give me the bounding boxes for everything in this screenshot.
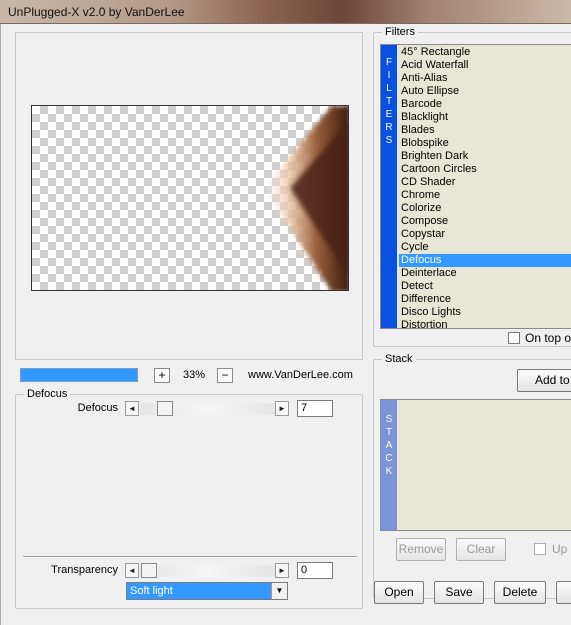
- delete-button[interactable]: Delete: [494, 581, 546, 604]
- transparency-label: Transparency: [51, 564, 118, 576]
- clear-button[interactable]: Clear: [456, 538, 506, 561]
- defocus-slider-row: Defocus ◄ ► 7: [41, 400, 341, 417]
- list-item[interactable]: CD Shader: [399, 176, 571, 189]
- up-checkbox[interactable]: [534, 543, 546, 555]
- zoom-in-button[interactable]: +: [154, 368, 170, 383]
- save-button[interactable]: Save: [434, 581, 484, 604]
- list-item[interactable]: Blacklight: [399, 111, 571, 124]
- list-item[interactable]: Auto Ellipse: [399, 85, 571, 98]
- on-top-label: On top o: [525, 331, 571, 345]
- zoom-level: 33%: [183, 369, 206, 381]
- stack-list[interactable]: S T A C K: [380, 399, 571, 531]
- add-to-stack-button[interactable]: Add to s: [517, 369, 571, 392]
- filters-bar-letter: F: [385, 57, 393, 68]
- preview-panel: [15, 32, 363, 360]
- filters-bar-letter: L: [386, 83, 392, 94]
- list-item[interactable]: Copystar: [399, 228, 571, 241]
- stack-group: Stack Add to s S T A C K Remove Clear Up: [373, 353, 571, 599]
- filter-settings-label: Defocus: [24, 388, 71, 400]
- stack-side-bar: S T A C K: [381, 400, 397, 530]
- transparency-thumb[interactable]: [141, 563, 157, 578]
- filters-group: Filters F I L T E R S 45° Rectangle Acid…: [373, 26, 571, 347]
- defocus-label: Defocus: [77, 402, 118, 414]
- list-item[interactable]: Difference: [399, 293, 571, 306]
- filters-label: Filters: [382, 26, 418, 38]
- up-label: Up: [552, 542, 568, 556]
- on-top-checkbox[interactable]: [508, 332, 520, 344]
- defocus-right-arrow[interactable]: ►: [275, 401, 289, 416]
- filters-bar-letter: T: [385, 96, 393, 107]
- list-item[interactable]: Detect: [399, 280, 571, 293]
- list-item[interactable]: Disco Lights: [399, 306, 571, 319]
- transparency-left-arrow[interactable]: ◄: [125, 563, 139, 578]
- list-item[interactable]: Distortion: [399, 319, 571, 328]
- stack-bar-letter: T: [385, 427, 393, 438]
- title-bar[interactable]: UnPlugged-X v2.0 by VanDerLee: [0, 0, 571, 24]
- progress-bar: [20, 368, 138, 382]
- list-item-selected[interactable]: Defocus: [399, 254, 571, 267]
- stack-bar-letter: K: [385, 466, 393, 477]
- website-link[interactable]: www.VanDerLee.com: [248, 369, 353, 381]
- open-button[interactable]: Open: [374, 581, 424, 604]
- stack-bar-letter: C: [385, 453, 393, 464]
- zoom-out-button[interactable]: −: [217, 368, 233, 383]
- list-item[interactable]: Colorize: [399, 202, 571, 215]
- stack-bar-letter: A: [385, 440, 393, 451]
- list-item[interactable]: Compose: [399, 215, 571, 228]
- footer-more-button[interactable]: [556, 581, 571, 604]
- list-item[interactable]: Cycle: [399, 241, 571, 254]
- separator: [23, 556, 357, 558]
- filters-items: 45° Rectangle Acid Waterfall Anti-Alias …: [399, 46, 571, 328]
- list-item[interactable]: Deinterlace: [399, 267, 571, 280]
- filters-bar-letter: E: [385, 109, 393, 120]
- preview-image[interactable]: [31, 105, 349, 291]
- main-window: + 33% − www.VanDerLee.com Defocus Defocu…: [0, 24, 571, 625]
- defocus-left-arrow[interactable]: ◄: [125, 401, 139, 416]
- stack-label: Stack: [382, 353, 416, 365]
- list-item[interactable]: Barcode: [399, 98, 571, 111]
- blend-mode-select[interactable]: Soft light ▼: [126, 582, 288, 600]
- filters-bar-letter: R: [385, 122, 393, 133]
- stack-bar-letter: S: [385, 414, 393, 425]
- blend-mode-value: Soft light: [130, 585, 173, 597]
- filters-list[interactable]: F I L T E R S 45° Rectangle Acid Waterfa…: [380, 44, 571, 329]
- progress-fill: [21, 369, 137, 381]
- defocus-value-field[interactable]: 7: [297, 400, 333, 417]
- list-item[interactable]: Acid Waterfall: [399, 59, 571, 72]
- list-item[interactable]: 45° Rectangle: [399, 46, 571, 59]
- list-item[interactable]: Cartoon Circles: [399, 163, 571, 176]
- transparency-slider-row: Transparency ◄ ► 0: [41, 562, 341, 579]
- filters-side-bar: F I L T E R S: [381, 45, 397, 328]
- filters-bar-letter: S: [385, 135, 393, 146]
- preview-artwork: [264, 106, 348, 290]
- chevron-down-icon[interactable]: ▼: [271, 583, 287, 599]
- transparency-value-field[interactable]: 0: [297, 562, 333, 579]
- window-title: UnPlugged-X v2.0 by VanDerLee: [8, 5, 185, 19]
- list-item[interactable]: Blobspike: [399, 137, 571, 150]
- filters-bar-letter: I: [387, 70, 391, 81]
- transparency-track[interactable]: [140, 565, 275, 577]
- defocus-thumb[interactable]: [157, 401, 173, 416]
- list-item[interactable]: Blades: [399, 124, 571, 137]
- list-item[interactable]: Anti-Alias: [399, 72, 571, 85]
- transparency-right-arrow[interactable]: ►: [275, 563, 289, 578]
- list-item[interactable]: Chrome: [399, 189, 571, 202]
- remove-button[interactable]: Remove: [396, 538, 446, 561]
- list-item[interactable]: Brighten Dark: [399, 150, 571, 163]
